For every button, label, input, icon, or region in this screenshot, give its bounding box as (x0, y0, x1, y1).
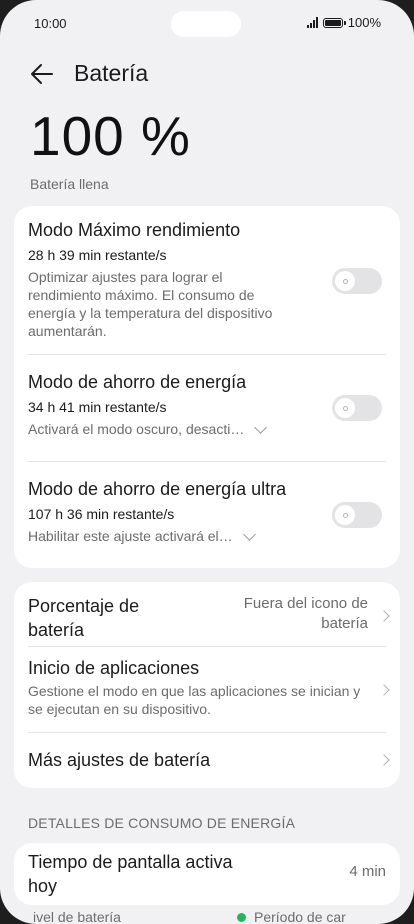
toggle-knob (335, 271, 355, 291)
setting-title: Porcentaje de batería (28, 596, 140, 640)
power-saving-toggle[interactable] (332, 395, 382, 421)
battery-percentage: 100 % (30, 105, 191, 167)
battery-icon (322, 17, 346, 28)
divider (28, 461, 386, 462)
back-arrow-icon[interactable] (29, 61, 55, 87)
chevron-down-icon[interactable] (254, 420, 268, 434)
setting-value: Fuera del icono de batería (243, 595, 368, 632)
screen-time-value: 4 min (349, 863, 386, 880)
mode-title: Modo Máximo rendimiento (28, 220, 241, 240)
section-label: DETALLES DE CONSUMO DE ENERGÍA (28, 815, 296, 831)
status-indicators: 100% (306, 15, 381, 30)
screen-time-title: Tiempo de pantalla activa hoy (28, 852, 233, 896)
setting-subtitle: Gestione el modo en que las aplicaciones… (28, 683, 361, 717)
page-title: Batería (74, 60, 149, 86)
max-performance-toggle[interactable] (332, 268, 382, 294)
legend-charging-label: Período de car (254, 909, 346, 924)
divider (28, 354, 386, 355)
battery-status: Batería llena (30, 176, 109, 192)
chevron-down-icon[interactable] (242, 527, 256, 541)
mode-description-row: Habilitar este ajuste activará el… (28, 527, 386, 545)
ultra-power-saving-toggle[interactable] (332, 502, 382, 528)
more-battery-settings[interactable]: Más ajustes de batería (28, 748, 390, 772)
chevron-right-icon (378, 684, 390, 696)
status-bar: 10:00 100% (0, 0, 414, 44)
divider (28, 732, 386, 733)
legend-battery-level: ivel de batería (33, 909, 121, 924)
status-battery-percent: 100% (347, 15, 381, 30)
mode-description: Activará el modo oscuro, desacti… (28, 421, 245, 437)
mode-title: Modo de ahorro de energía (28, 372, 247, 392)
mode-description: Optimizar ajustes para lograr el rendimi… (28, 269, 273, 339)
toggle-knob (335, 505, 355, 525)
battery-settings-card: Porcentaje de batería Fuera del icono de… (14, 582, 400, 788)
legend-charging-period: Período de car (237, 909, 346, 924)
setting-title: Inicio de aplicaciones (28, 658, 200, 678)
mode-description: Habilitar este ajuste activará el… (28, 528, 233, 544)
toggle-knob (335, 398, 355, 418)
header: Batería (0, 56, 414, 92)
camera-cutout (171, 11, 241, 37)
app-launch-setting[interactable]: Inicio de aplicaciones Gestione el modo … (28, 656, 390, 717)
setting-title: Más ajustes de batería (28, 750, 211, 770)
chart-legend: ivel de batería Período de car (0, 906, 414, 924)
power-modes-card: Modo Máximo rendimiento 28 h 39 min rest… (14, 206, 400, 568)
legend-dot-icon (237, 912, 246, 922)
signal-icon (306, 17, 318, 28)
battery-percentage-setting[interactable]: Porcentaje de batería Fuera del icono de… (28, 594, 390, 640)
chevron-right-icon (378, 610, 390, 622)
screen-time-card: Tiempo de pantalla activa hoy 4 min (14, 843, 400, 905)
mode-title: Modo de ahorro de energía ultra (28, 479, 287, 499)
mode-remaining: 28 h 39 min restante/s (28, 247, 167, 263)
battery-settings-screen: 10:00 100% Batería 100 % Batería llena M… (0, 0, 414, 924)
status-time: 10:00 (34, 16, 67, 31)
mode-description-row: Activará el modo oscuro, desacti… (28, 420, 386, 438)
divider (28, 646, 386, 647)
